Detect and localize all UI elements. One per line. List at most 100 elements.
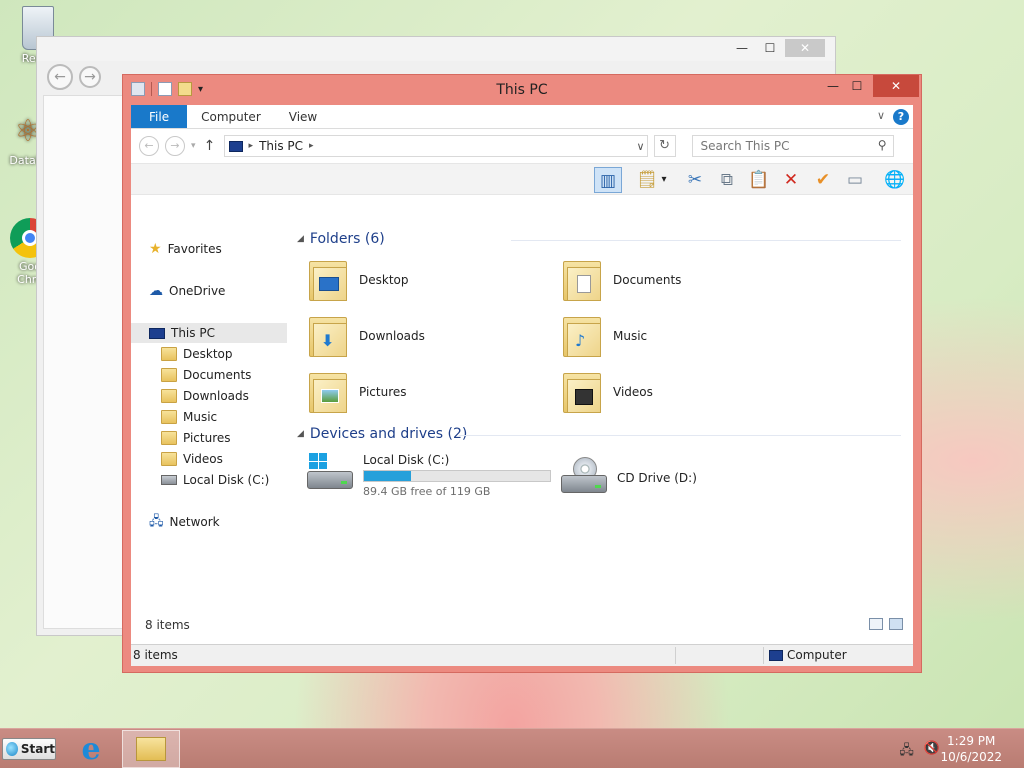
folder-tile-documents[interactable]: Documents xyxy=(561,257,681,303)
devices-group-header[interactable]: ◢ Devices and drives (2) xyxy=(297,426,467,442)
back-arrow-icon[interactable]: ← xyxy=(47,64,73,90)
taskbar-file-explorer[interactable] xyxy=(122,730,180,768)
cloud-icon: ☁ xyxy=(149,283,163,299)
nav-item-documents[interactable]: Documents xyxy=(161,365,251,385)
local-disk-drive-icon xyxy=(307,453,353,495)
nav-item-music[interactable]: Music xyxy=(161,407,217,427)
folder-tile-videos[interactable]: Videos xyxy=(561,369,653,415)
item-count: 8 items xyxy=(145,618,190,632)
computer-icon xyxy=(149,327,165,339)
status-bar: 8 items Computer xyxy=(131,644,913,666)
breadcrumb-separator-icon: ▸ xyxy=(248,141,254,151)
taskbar-internet-explorer[interactable]: e xyxy=(62,730,120,768)
explorer-window[interactable]: ▾ This PC — ☐ ✕ File Computer View ∨ ? ←… xyxy=(122,74,922,673)
paste-icon[interactable]: 📋 xyxy=(745,167,773,193)
hard-drive-icon xyxy=(161,475,177,485)
navigation-pane-icon[interactable]: ▥ xyxy=(594,167,622,193)
search-input[interactable]: Search This PC ⚲ xyxy=(691,135,894,157)
windows-logo-icon xyxy=(309,453,327,469)
drive-tile-local-disk[interactable]: Local Disk (C:) 89.4 GB free of 119 GB xyxy=(307,453,551,498)
nav-item-onedrive[interactable]: ☁ OneDrive xyxy=(149,281,225,301)
nav-item-downloads[interactable]: Downloads xyxy=(161,386,249,406)
start-orb-icon xyxy=(6,742,18,756)
address-dropdown-chevron-icon[interactable]: ∨ xyxy=(636,140,644,153)
clock-date: 10/6/2022 xyxy=(940,750,1002,764)
nav-item-label: Favorites xyxy=(167,242,222,256)
folder-tile-downloads[interactable]: ⬇ Downloads xyxy=(307,313,425,359)
pictures-folder-icon xyxy=(161,431,177,445)
nav-item-network[interactable]: 🖧 Network xyxy=(149,512,220,532)
minimize-button[interactable]: — xyxy=(729,39,755,57)
nav-item-this-pc[interactable]: This PC xyxy=(131,323,287,343)
search-placeholder: Search This PC xyxy=(700,139,790,153)
folders-group-header[interactable]: ◢ Folders (6) xyxy=(297,231,385,247)
nav-item-desktop[interactable]: Desktop xyxy=(161,344,233,364)
nav-item-label: Network xyxy=(169,515,220,529)
folder-tile-music[interactable]: ♪ Music xyxy=(561,313,647,359)
web-globe-icon[interactable]: 🌐 xyxy=(881,167,909,193)
details-view-icon[interactable] xyxy=(869,618,883,630)
collapse-triangle-icon[interactable]: ◢ xyxy=(297,234,304,244)
forward-arrow-icon[interactable]: → xyxy=(165,136,185,156)
music-folder-icon xyxy=(161,410,177,424)
maximize-button[interactable]: ☐ xyxy=(757,39,783,57)
network-status-icon[interactable]: 🖧 xyxy=(899,741,914,763)
maximize-button[interactable]: ☐ xyxy=(845,75,869,97)
rename-checkmark-icon[interactable]: ✔ xyxy=(809,167,837,193)
star-icon: ★ xyxy=(149,241,162,257)
recent-locations-chevron-icon[interactable]: ▾ xyxy=(191,141,196,151)
help-icon[interactable]: ? xyxy=(893,109,909,125)
start-button[interactable]: Start xyxy=(2,738,56,760)
copy-icon[interactable]: ⧉ xyxy=(713,167,741,193)
clock[interactable]: 1:29 PM 10/6/2022 xyxy=(940,733,1002,765)
content-pane: ◢ Folders (6) Desktop Documents ⬇ Downlo… xyxy=(291,227,913,634)
window-title: This PC xyxy=(496,82,548,98)
folder-label: Downloads xyxy=(359,329,425,343)
folder-label: Music xyxy=(613,329,648,343)
minimize-button[interactable]: — xyxy=(821,75,845,97)
folder-label: Pictures xyxy=(359,385,407,399)
search-icon[interactable]: ⚲ xyxy=(878,138,887,152)
nav-item-label: Desktop xyxy=(183,347,233,361)
collapse-triangle-icon[interactable]: ◢ xyxy=(297,429,304,439)
nav-item-favorites[interactable]: ★ Favorites xyxy=(149,239,222,259)
volume-muted-icon[interactable]: 🔇 xyxy=(924,741,940,763)
group-header-label: Devices and drives (2) xyxy=(309,426,468,442)
desktop-folder-icon xyxy=(307,257,349,303)
nav-item-videos[interactable]: Videos xyxy=(161,449,223,469)
map-drive-icon[interactable]: ▭ xyxy=(841,167,869,193)
tab-view[interactable]: View xyxy=(275,105,331,128)
nav-item-label: This PC xyxy=(171,326,215,340)
documents-folder-icon xyxy=(161,368,177,382)
tab-computer[interactable]: Computer xyxy=(187,105,275,128)
breadcrumb-separator-icon[interactable]: ▸ xyxy=(309,141,314,151)
refresh-icon[interactable]: ↻ xyxy=(653,135,676,157)
nav-item-label: Music xyxy=(183,410,218,424)
back-arrow-icon[interactable]: ← xyxy=(139,136,159,156)
up-arrow-icon[interactable]: ↑ xyxy=(202,138,218,154)
nav-item-local-disk[interactable]: Local Disk (C:) xyxy=(161,470,269,490)
nav-item-pictures[interactable]: Pictures xyxy=(161,428,231,448)
drive-tile-cd[interactable]: CD Drive (D:) xyxy=(561,457,697,499)
videos-folder-icon xyxy=(561,369,603,415)
close-button[interactable]: ✕ xyxy=(785,39,825,57)
close-button[interactable]: ✕ xyxy=(873,75,919,97)
forward-arrow-icon[interactable]: → xyxy=(79,66,101,88)
folder-tile-desktop[interactable]: Desktop xyxy=(307,257,409,303)
nav-item-label: Downloads xyxy=(183,389,249,403)
large-icons-view-icon[interactable] xyxy=(889,618,903,630)
properties-dropdown-icon[interactable]: ▾ xyxy=(657,167,671,193)
folder-label: Desktop xyxy=(359,273,409,287)
address-bar[interactable]: ▸ This PC ▸ ∨ xyxy=(223,135,648,157)
system-tray: 🖧 🔇 xyxy=(899,741,940,763)
folder-tile-pictures[interactable]: Pictures xyxy=(307,369,407,415)
navigation-pane: ★ Favorites ☁ OneDrive This PC Desktop D… xyxy=(131,227,289,634)
internet-explorer-icon: e xyxy=(81,731,101,767)
nav-item-label: OneDrive xyxy=(169,284,226,298)
cut-icon[interactable]: ✂ xyxy=(681,167,709,193)
tab-file[interactable]: File xyxy=(131,105,188,128)
expand-ribbon-chevron-icon[interactable]: ∨ xyxy=(877,109,885,122)
nav-item-label: Videos xyxy=(183,452,223,466)
breadcrumb-this-pc[interactable]: This PC xyxy=(259,139,303,153)
delete-icon[interactable]: ✕ xyxy=(777,167,805,193)
